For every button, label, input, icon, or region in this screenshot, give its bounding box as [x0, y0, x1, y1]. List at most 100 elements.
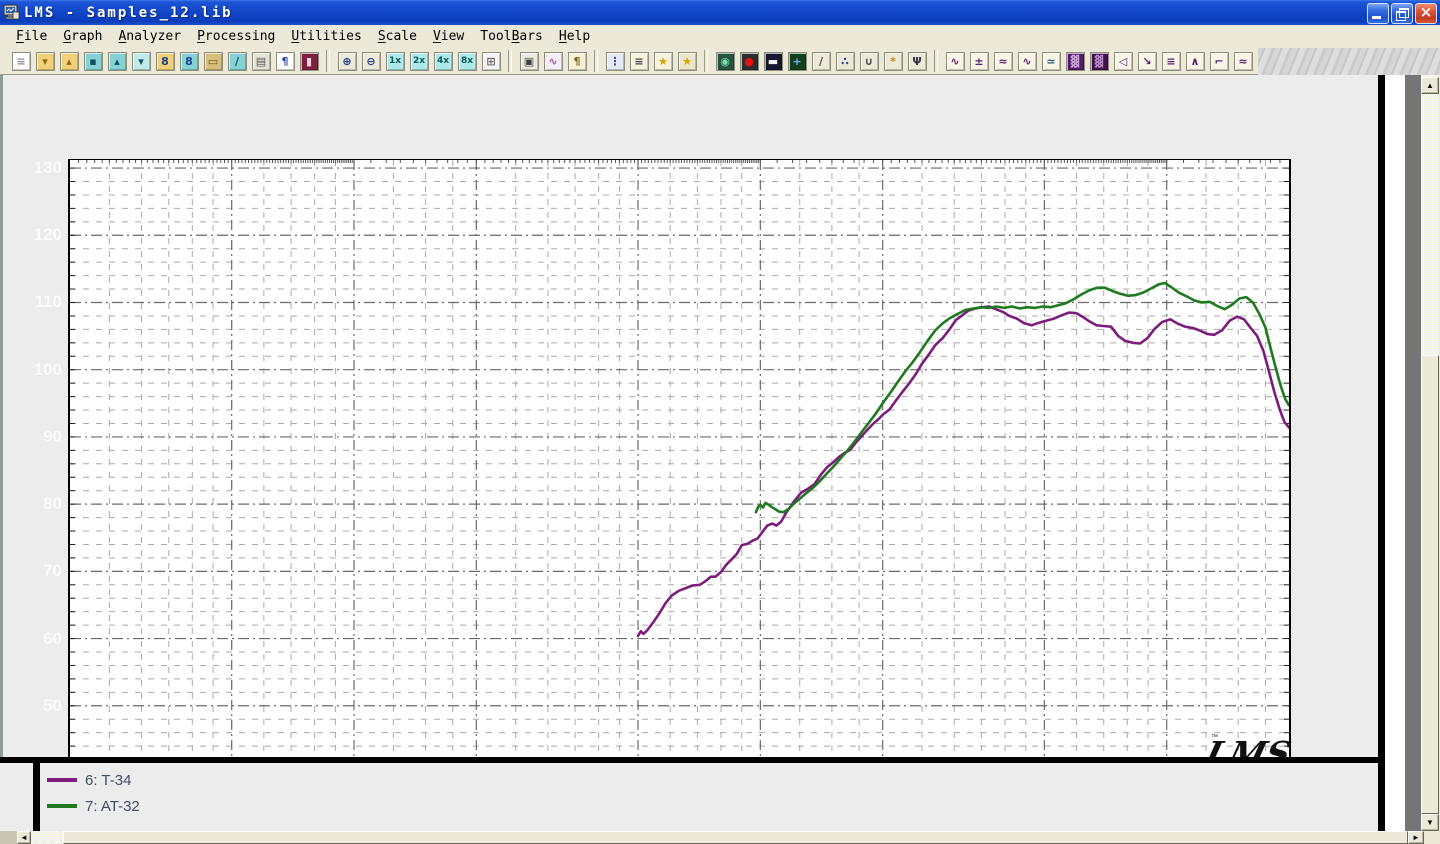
curve-capture-button[interactable]: ∿ [542, 50, 564, 72]
graph-smoothing-button[interactable]: ≃ [1040, 50, 1062, 72]
graph-multi-curve-button[interactable]: ≈ [1232, 50, 1254, 72]
save-file-button[interactable]: ▪ [82, 50, 104, 72]
title-bar[interactable]: LMS - Samples_12.lib [0, 0, 1440, 25]
analyzer-display-button[interactable]: ◉ [714, 50, 736, 72]
menu-item-scale[interactable]: Scale [370, 27, 425, 46]
export-file-button[interactable]: ▾ [130, 50, 152, 72]
print-icon: ▤ [252, 52, 271, 71]
record-button-icon: ● [740, 52, 759, 71]
save-as-button[interactable]: ▴ [106, 50, 128, 72]
save-library-icon: ∕ [228, 52, 247, 71]
open-library-icon: ▭ [204, 52, 223, 71]
menu-item-view[interactable]: View [425, 27, 472, 46]
y-tick-label-60: 60 [22, 629, 62, 649]
scroll-left-button[interactable]: ◄ [17, 831, 31, 844]
toolbar-separator [934, 50, 938, 72]
parameter-list-icon: ≡ [630, 52, 649, 71]
graph-compare-icon: ∿ [1018, 52, 1037, 71]
stop-button-button[interactable]: ▬ [762, 50, 784, 72]
save-library-button[interactable]: ∕ [226, 50, 248, 72]
graph-rolloff-icon: ↘ [1138, 52, 1157, 71]
open-add-button[interactable]: ▴ [58, 50, 80, 72]
graph-spectrum-button[interactable]: ▓ [1088, 50, 1110, 72]
graph-waterfall-button[interactable]: ▓ [1064, 50, 1086, 72]
display-setup-button[interactable]: ▣ [518, 50, 540, 72]
down-arrow-icon: ▼ [1426, 818, 1434, 827]
horizontal-scrollbar-thumb[interactable] [63, 831, 1408, 844]
gear-settings-icon: * [884, 52, 903, 71]
graph-response-button[interactable]: ∿ [944, 50, 966, 72]
save-memory-8-button[interactable]: 8 [178, 50, 200, 72]
cursor-points-button[interactable]: ∴ [834, 50, 856, 72]
scale-8x-button[interactable]: 8x [456, 50, 478, 72]
scale-4x-icon: 4x [434, 52, 453, 71]
notes-pad-button[interactable]: ¶ [566, 50, 588, 72]
scale-4x-button[interactable]: 4x [432, 50, 454, 72]
graph-add-scale-button[interactable]: ± [968, 50, 990, 72]
graph-compare-button[interactable]: ∿ [1016, 50, 1038, 72]
y-tick-label-90: 90 [22, 427, 62, 447]
zoom-in-button[interactable]: ⊕ [336, 50, 358, 72]
sweep-setup-button[interactable]: ⋮ [604, 50, 626, 72]
open-memory-8-button[interactable]: 8 [154, 50, 176, 72]
restore-button[interactable] [1391, 3, 1413, 24]
graph-sequence-button[interactable]: ≡ [1160, 50, 1182, 72]
scroll-right-button[interactable]: ► [1408, 831, 1424, 844]
pane-divider-vertical[interactable] [1378, 75, 1385, 831]
open-library-button[interactable]: ▭ [202, 50, 224, 72]
menu-item-graph[interactable]: Graph [55, 27, 110, 46]
open-file-button[interactable]: ▾ [34, 50, 56, 72]
calibration-pen-button[interactable]: ∕ [810, 50, 832, 72]
y-tick-label-120: 120 [22, 225, 62, 245]
vertical-scrollbar-thumb[interactable] [1421, 355, 1439, 814]
scale-2x-button[interactable]: 2x [408, 50, 430, 72]
y-tick-label-50: 50 [22, 696, 62, 716]
toolbar-group-display-group: ▣∿¶ [518, 50, 588, 72]
parameter-list-button[interactable]: ≡ [628, 50, 650, 72]
y-tick-label-110: 110 [22, 292, 62, 312]
edit-info-button[interactable]: ¶ [274, 50, 296, 72]
preset-b-button[interactable]: ★ [676, 50, 698, 72]
menu-item-analyzer[interactable]: Analyzer [110, 27, 189, 46]
zoom-out-button[interactable]: ⊖ [360, 50, 382, 72]
graph-step-icon: ⌐ [1210, 52, 1229, 71]
scroll-down-button[interactable]: ▼ [1421, 814, 1439, 831]
mic-stand-button[interactable]: Ψ [906, 50, 928, 72]
print-button[interactable]: ▤ [250, 50, 272, 72]
grid-minor-lines [70, 160, 1289, 773]
minimize-button[interactable] [1367, 3, 1389, 24]
graph-rolloff-button[interactable]: ↘ [1136, 50, 1158, 72]
legend-item-1[interactable]: 7: AT-32 [47, 797, 140, 815]
curve-7-at-32 [756, 283, 1289, 512]
scroll-up-button[interactable]: ▲ [1421, 77, 1439, 94]
graph-audio-out-button[interactable]: ◁ [1112, 50, 1134, 72]
scrollbar-corner-right [1424, 831, 1440, 844]
plot-area[interactable] [68, 159, 1291, 775]
grid-toggle-button[interactable]: ⊞ [480, 50, 502, 72]
zoom-out-icon: ⊖ [362, 52, 381, 71]
new-file-button[interactable]: ≡ [10, 50, 32, 72]
record-button-button[interactable]: ● [738, 50, 760, 72]
frequency-response-chart [70, 160, 1289, 773]
graph-step-button[interactable]: ⌐ [1208, 50, 1230, 72]
menu-item-processing[interactable]: Processing [189, 27, 283, 46]
toolbar-group-graph-group: ∿±≈∿≃▓▓◁↘≡∧⌐≈?∿ [944, 50, 1302, 72]
legend-item-0[interactable]: 6: T-34 [47, 771, 140, 789]
scale-1x-button[interactable]: 1x [384, 50, 406, 72]
graph-smoothing-icon: ≃ [1042, 52, 1061, 71]
menu-item-toolbars[interactable]: ToolBars [472, 27, 551, 46]
graph-overlay-button[interactable]: ≈ [992, 50, 1014, 72]
preset-a-button[interactable]: ★ [652, 50, 674, 72]
menu-item-utilities[interactable]: Utilities [283, 27, 369, 46]
graph-peaks-button[interactable]: ∧ [1184, 50, 1206, 72]
menu-item-help[interactable]: Help [551, 27, 598, 46]
close-button[interactable] [1415, 3, 1437, 24]
gear-settings-button[interactable]: * [882, 50, 904, 72]
menu-item-file[interactable]: File [8, 27, 55, 46]
help-book-button[interactable]: ▮ [298, 50, 320, 72]
toolbar-separator [704, 50, 708, 72]
signal-pattern-button[interactable]: + [786, 50, 808, 72]
probe-mic-button[interactable]: ∪ [858, 50, 880, 72]
open-add-icon: ▴ [60, 52, 79, 71]
display-setup-icon: ▣ [520, 52, 539, 71]
